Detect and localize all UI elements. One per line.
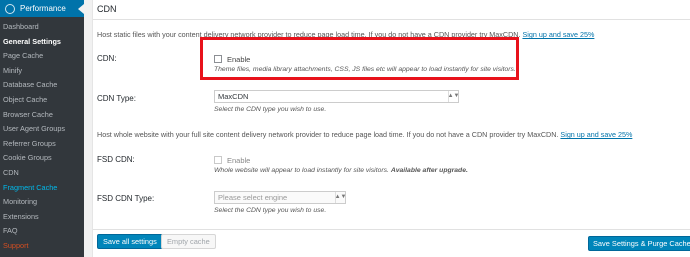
sidebar-item-dashboard[interactable]: Dashboard [0,20,84,35]
sidebar-item-object-cache[interactable]: Object Cache [0,93,84,108]
sidebar-item-browser-cache[interactable]: Browser Cache [0,108,84,123]
fsd-cdn-enable-checkbox[interactable] [214,156,222,164]
chevron-down-icon: ▲▼ [448,91,459,102]
sidebar-item-general-settings[interactable]: General Settings [0,35,84,50]
fsd-description-text: Host whole website with your full site c… [97,130,559,139]
save-purge-caches-button[interactable]: Save Settings & Purge Caches [588,236,690,251]
fsd-cdn-label: FSD CDN: [97,155,135,164]
fsd-cdn-hint: Whole website will appear to load instan… [214,167,468,174]
admin-sidebar: Performance Dashboard General Settings P… [0,0,84,257]
performance-icon [5,3,15,14]
sidebar-item-page-cache[interactable]: Page Cache [0,49,84,64]
sidebar-item-extensions[interactable]: Extensions [0,210,84,225]
section-title: CDN [97,4,117,14]
sidebar-item-fragment-cache[interactable]: Fragment Cache [0,181,84,196]
sidebar-item-database-cache[interactable]: Database Cache [0,78,84,93]
current-menu-arrow-icon [78,4,84,14]
cdn-settings-panel: CDN Host static files with your content … [92,0,690,257]
sidebar-menu-performance[interactable]: Performance [0,0,84,17]
fsd-signup-link[interactable]: Sign up and save 25% [560,130,632,139]
empty-cache-button[interactable]: Empty cache [161,234,216,249]
fsd-cdn-enable-label: Enable [227,156,251,165]
sidebar-item-faq[interactable]: FAQ [0,224,84,239]
sidebar-item-cookie-groups[interactable]: Cookie Groups [0,151,84,166]
save-all-settings-button[interactable]: Save all settings [97,234,163,249]
sidebar-header-label: Performance [20,4,66,13]
sidebar-item-referrer-groups[interactable]: Referrer Groups [0,137,84,152]
fsd-cdn-type-placeholder: Please select engine [218,193,288,202]
sidebar-item-cdn[interactable]: CDN [0,166,84,181]
cdn-type-value: MaxCDN [218,92,249,101]
footer-divider [93,229,690,230]
cdn-signup-link[interactable]: Sign up and save 25% [522,30,594,39]
section-divider [93,19,690,20]
highlight-box [200,37,519,80]
cdn-label: CDN: [97,54,117,63]
sidebar-item-user-agent-groups[interactable]: User Agent Groups [0,122,84,137]
fsd-cdn-hint-bold: Available after upgrade. [390,167,468,174]
chevron-down-icon: ▲▼ [335,192,346,203]
cdn-type-label: CDN Type: [97,94,136,103]
fsd-cdn-type-hint: Select the CDN type you wish to use. [214,207,327,214]
fsd-cdn-hint-text: Whole website will appear to load instan… [214,167,389,174]
cdn-type-select[interactable]: MaxCDN ▲▼ [214,90,459,103]
cdn-type-hint: Select the CDN type you wish to use. [214,106,327,113]
sidebar-item-support[interactable]: Support [0,239,84,254]
sidebar-submenu: Dashboard General Settings Page Cache Mi… [0,17,84,257]
sidebar-item-monitoring[interactable]: Monitoring [0,195,84,210]
fsd-cdn-type-label: FSD CDN Type: [97,194,155,203]
sidebar-item-minify[interactable]: Minify [0,64,84,79]
fsd-description: Host whole website with your full site c… [97,130,632,139]
fsd-cdn-type-select[interactable]: Please select engine ▲▼ [214,191,346,204]
